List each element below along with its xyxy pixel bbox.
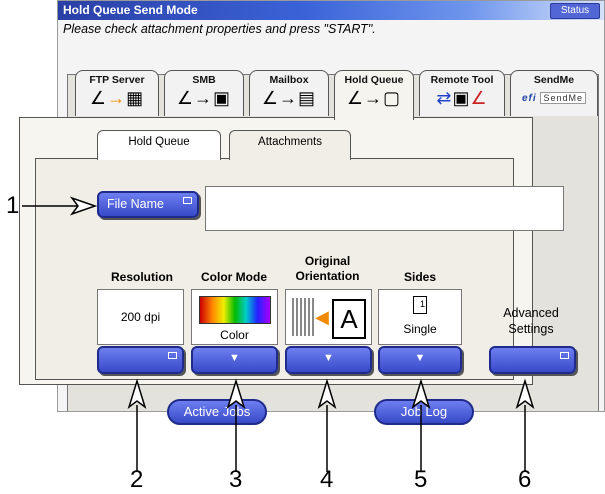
callout-arrowhead-5: [411, 378, 431, 409]
callout-arrowhead-6: [515, 378, 535, 409]
callout-number-1: 1: [6, 192, 20, 219]
callout-number-2: 2: [130, 466, 144, 493]
callout-arrowhead-3: [226, 378, 246, 409]
callout-number-5: 5: [414, 466, 428, 493]
callout-number-3: 3: [229, 466, 243, 493]
callout-arrowhead-4: [317, 378, 337, 409]
callout-number-4: 4: [320, 466, 334, 493]
callout-arrows: [22, 196, 535, 472]
callout-arrowhead-2: [127, 378, 147, 409]
callout-number-6: 6: [518, 466, 532, 493]
